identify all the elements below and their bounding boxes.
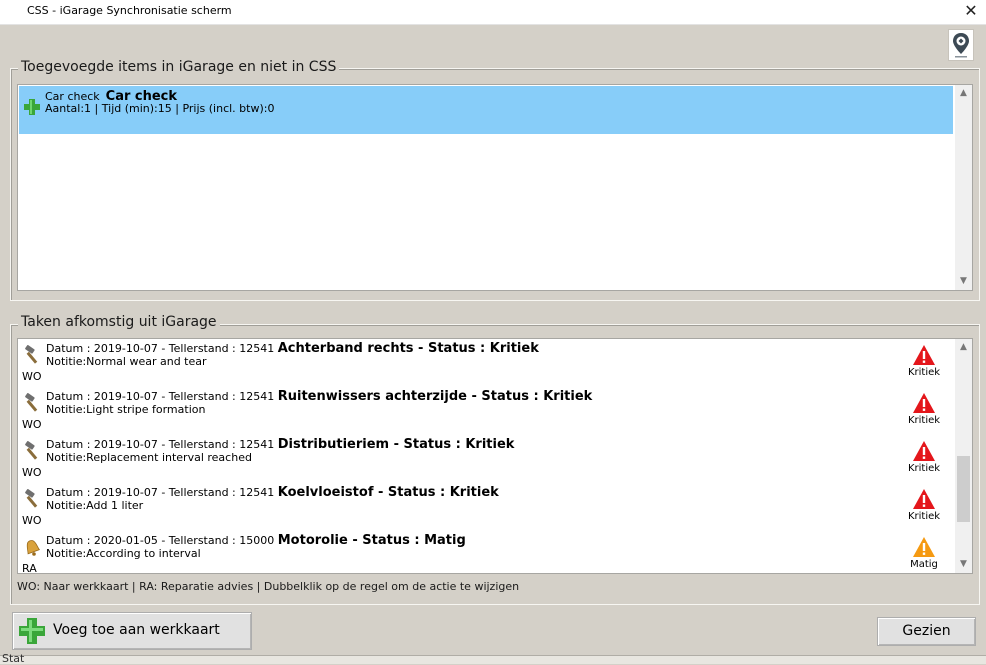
tasks-legend: Taken afkomstig uit iGarage <box>18 314 220 330</box>
add-to-workcard-button[interactable]: Voeg toe aan werkkaart <box>12 612 252 650</box>
warning-icon <box>913 345 935 365</box>
task-note: Notitie:Light stripe formation <box>46 403 206 416</box>
task-note: Notitie:According to interval <box>46 547 201 560</box>
table-row[interactable]: Datum : 2019-10-07 - Tellerstand : 12541… <box>18 435 954 484</box>
plus-icon <box>19 618 45 644</box>
task-title: Distributieriem - Status : Kritiek <box>277 437 515 452</box>
add-button-label: Voeg toe aan werkkaart <box>53 622 220 638</box>
status-label: Kritiek <box>907 511 941 522</box>
task-type: WO <box>22 418 42 431</box>
task-type: RA <box>22 562 37 574</box>
task-meta: Datum : 2020-01-05 - Tellerstand : 15000 <box>46 534 278 547</box>
status-label: Kritiek <box>907 415 941 426</box>
warning-icon <box>913 441 935 461</box>
warning-icon <box>913 489 935 509</box>
status-badge: Kritiek <box>906 344 942 378</box>
table-row[interactable]: Datum : 2020-01-05 - Tellerstand : 15000… <box>18 531 954 574</box>
task-type: WO <box>22 466 42 479</box>
added-items-list[interactable]: Car check Car check Aantal:1 | Tijd (min)… <box>17 84 973 291</box>
location-pin-logo-icon[interactable] <box>948 29 974 61</box>
list-item[interactable]: Car check Car check Aantal:1 | Tijd (min)… <box>19 86 953 134</box>
table-row[interactable]: Datum : 2019-10-07 - Tellerstand : 12541… <box>18 339 954 388</box>
task-title: Motorolie - Status : Matig <box>277 533 466 548</box>
task-title: Koelvloeistof - Status : Kritiek <box>277 485 499 500</box>
task-note: Notitie:Replacement interval reached <box>46 451 252 464</box>
scroll-up-icon[interactable]: ▲ <box>955 85 972 102</box>
hammer-icon <box>25 393 38 412</box>
table-row[interactable]: Datum : 2019-10-07 - Tellerstand : 12541… <box>18 483 954 532</box>
task-meta: Datum : 2019-10-07 - Tellerstand : 12541 <box>46 486 278 499</box>
window-title: CSS - iGarage Synchronisatie scherm <box>27 4 232 17</box>
task-title: Achterband rechts - Status : Kritiek <box>277 341 539 356</box>
status-label: Kritiek <box>907 463 941 474</box>
warning-icon <box>913 393 935 413</box>
hammer-icon <box>25 441 38 460</box>
task-title: Ruitenwissers achterzijde - Status : Kri… <box>277 389 593 404</box>
task-type: WO <box>22 370 42 383</box>
tasks-list[interactable]: Datum : 2019-10-07 - Tellerstand : 12541… <box>17 338 973 574</box>
hammer-icon <box>25 489 38 508</box>
status-badge: Kritiek <box>906 440 942 474</box>
added-items-legend: Toegevoegde items in iGarage en niet in … <box>18 59 340 75</box>
task-note: Notitie:Add 1 liter <box>46 499 144 512</box>
task-type: WO <box>22 514 42 527</box>
title-bar: CSS - iGarage Synchronisatie scherm ✕ <box>0 0 986 25</box>
status-bar-text: Stat <box>2 652 25 665</box>
task-note: Notitie:Normal wear and tear <box>46 355 207 368</box>
status-badge: Kritiek <box>906 488 942 522</box>
scroll-down-icon[interactable]: ▼ <box>955 273 972 290</box>
warning-icon <box>913 537 935 557</box>
status-label: Matig <box>910 559 938 570</box>
status-badge: Kritiek <box>906 392 942 426</box>
task-meta: Datum : 2019-10-07 - Tellerstand : 12541 <box>46 390 278 403</box>
hammer-icon <box>25 345 38 364</box>
tasks-footer-legend: WO: Naar werkkaart | RA: Reparatie advie… <box>17 580 520 593</box>
close-icon[interactable]: ✕ <box>962 2 980 20</box>
tasks-list-scrollbar[interactable]: ▲ ▼ <box>955 339 972 573</box>
seen-button-label: Gezien <box>902 623 951 639</box>
table-row[interactable]: Datum : 2019-10-07 - Tellerstand : 12541… <box>18 387 954 436</box>
added-list-scrollbar[interactable]: ▲ ▼ <box>955 85 972 290</box>
item-details: Aantal:1 | Tijd (min):15 | Prijs (incl. … <box>45 102 275 115</box>
status-label: Kritiek <box>907 367 941 378</box>
status-badge: Matig <box>906 536 942 570</box>
scroll-down-icon[interactable]: ▼ <box>955 556 972 573</box>
scroll-up-icon[interactable]: ▲ <box>955 339 972 356</box>
bell-icon <box>26 540 41 556</box>
task-meta: Datum : 2019-10-07 - Tellerstand : 12541 <box>46 438 278 451</box>
seen-button[interactable]: Gezien <box>877 617 976 646</box>
scrollbar-thumb[interactable] <box>957 456 970 522</box>
plus-icon <box>24 99 40 115</box>
task-meta: Datum : 2019-10-07 - Tellerstand : 12541 <box>46 342 278 355</box>
